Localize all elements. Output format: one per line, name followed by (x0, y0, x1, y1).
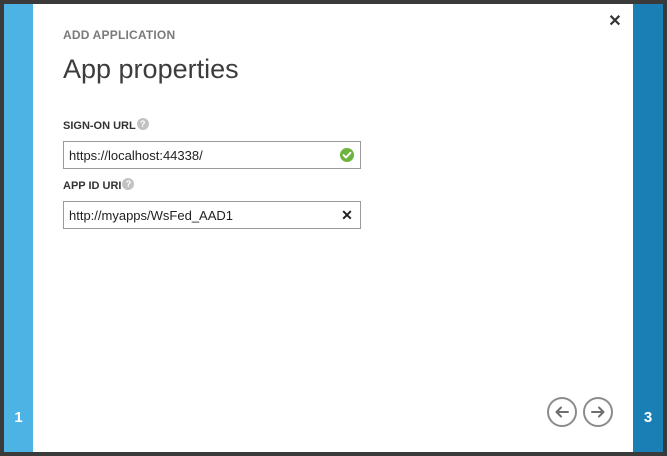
dialog-heading: ADD APPLICATION (63, 28, 176, 42)
page-title: App properties (63, 54, 239, 84)
sign-on-url-input[interactable] (64, 142, 340, 168)
arrow-left-icon (555, 406, 569, 418)
wizard-left-rail: 1 (4, 4, 33, 452)
wizard-right-rail: 3 (633, 4, 663, 452)
sign-on-url-label-text: SIGN-ON URL (63, 120, 136, 132)
sign-on-url-label: SIGN-ON URL ? (63, 118, 149, 132)
check-circle-icon (340, 148, 354, 162)
arrow-right-icon (591, 406, 605, 418)
clear-icon[interactable]: ✕ (338, 207, 356, 224)
app-id-uri-input[interactable] (64, 202, 338, 228)
sign-on-url-field (63, 141, 361, 169)
back-button[interactable] (547, 397, 577, 427)
window-frame: 1 ✕ ADD APPLICATION App properties SIGN-… (0, 0, 667, 456)
help-icon[interactable]: ? (136, 118, 149, 130)
add-application-dialog: ✕ ADD APPLICATION App properties SIGN-ON… (33, 4, 633, 452)
app-id-uri-label: APP ID URI ? (63, 178, 135, 192)
app-id-uri-label-text: APP ID URI (63, 180, 122, 192)
close-button[interactable]: ✕ (605, 12, 625, 32)
next-button[interactable] (583, 397, 613, 427)
step-number-right: 3 (643, 409, 653, 426)
app-id-uri-field: ✕ (63, 201, 361, 229)
step-number-left: 1 (14, 409, 23, 426)
help-icon[interactable]: ? (122, 178, 135, 190)
